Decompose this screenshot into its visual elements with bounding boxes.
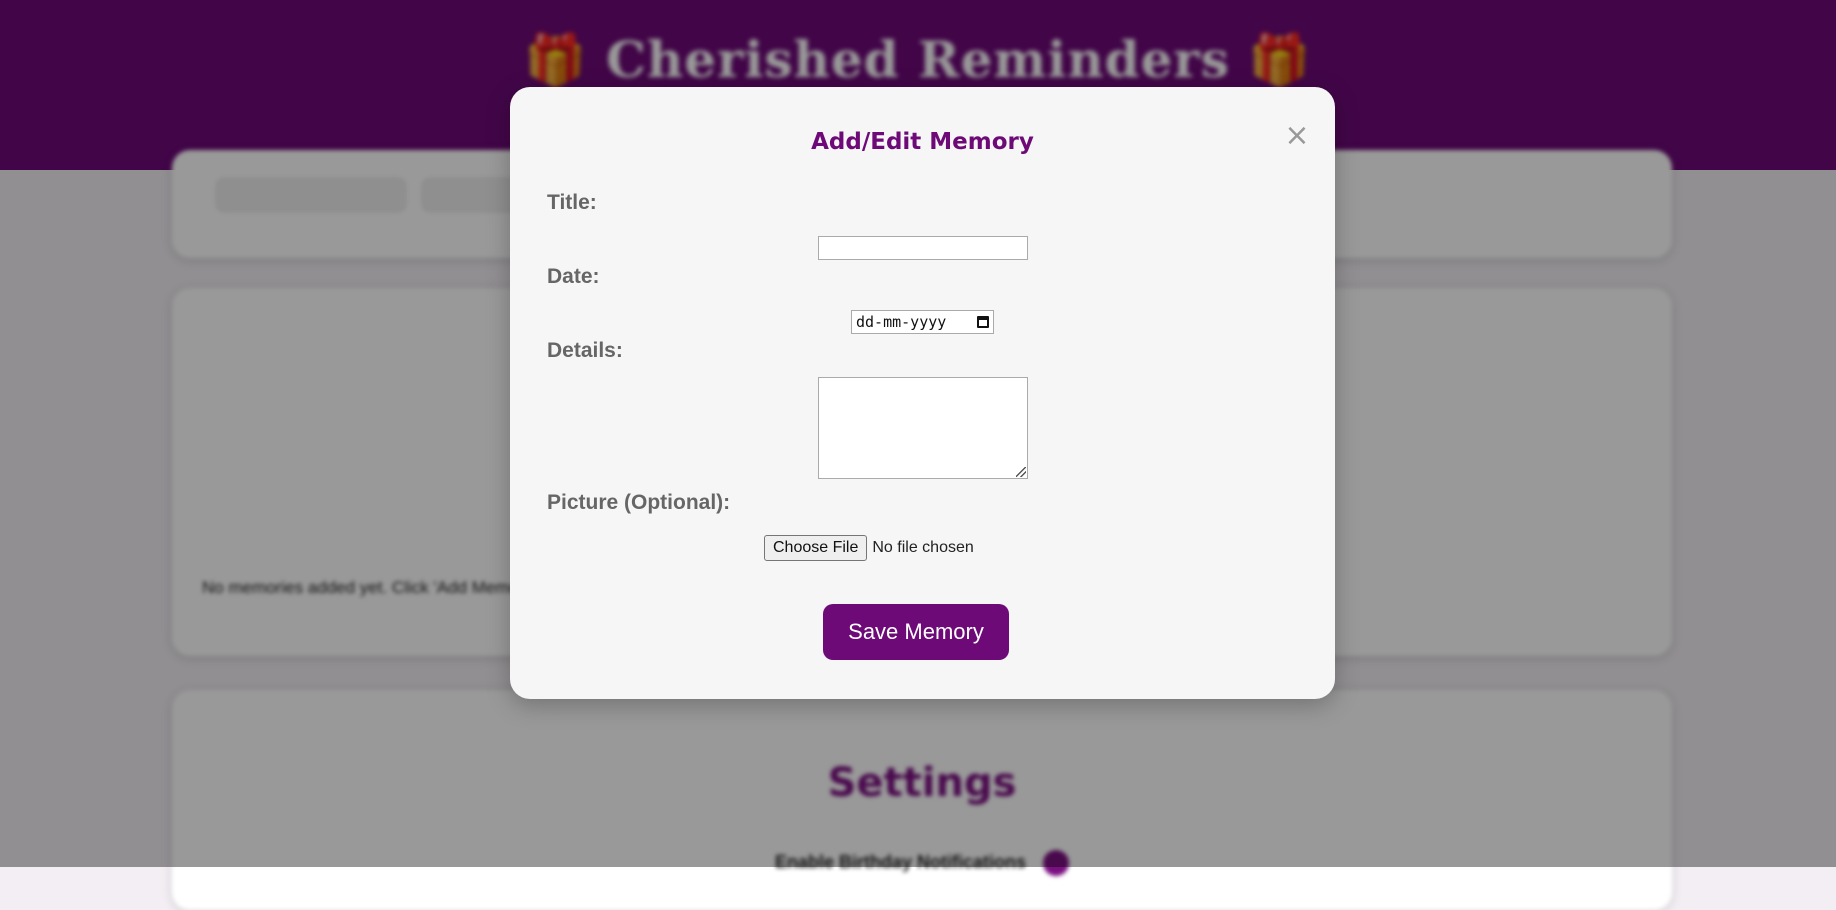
- date-input[interactable]: dd-mm-yyyy: [851, 310, 994, 334]
- details-textarea[interactable]: [818, 377, 1028, 479]
- close-icon[interactable]: ×: [1282, 121, 1312, 151]
- details-label: Details:: [547, 339, 623, 362]
- calendar-icon[interactable]: [977, 316, 989, 328]
- date-placeholder: dd-mm-yyyy: [856, 313, 947, 331]
- picture-label: Picture (Optional):: [547, 491, 731, 514]
- title-input[interactable]: [818, 236, 1028, 260]
- modal-title: Add/Edit Memory: [811, 129, 1034, 155]
- memory-modal: Add/Edit Memory × Title: Date: dd-mm-yyy…: [510, 87, 1335, 699]
- title-label: Title:: [547, 191, 597, 214]
- choose-file-button[interactable]: Choose File: [764, 535, 868, 561]
- save-memory-button[interactable]: Save Memory: [823, 604, 1009, 660]
- resize-grip-icon[interactable]: [1016, 467, 1026, 477]
- file-status: No file chosen: [872, 539, 974, 556]
- file-picker: Choose File No file chosen: [764, 535, 974, 561]
- date-label: Date:: [547, 265, 600, 288]
